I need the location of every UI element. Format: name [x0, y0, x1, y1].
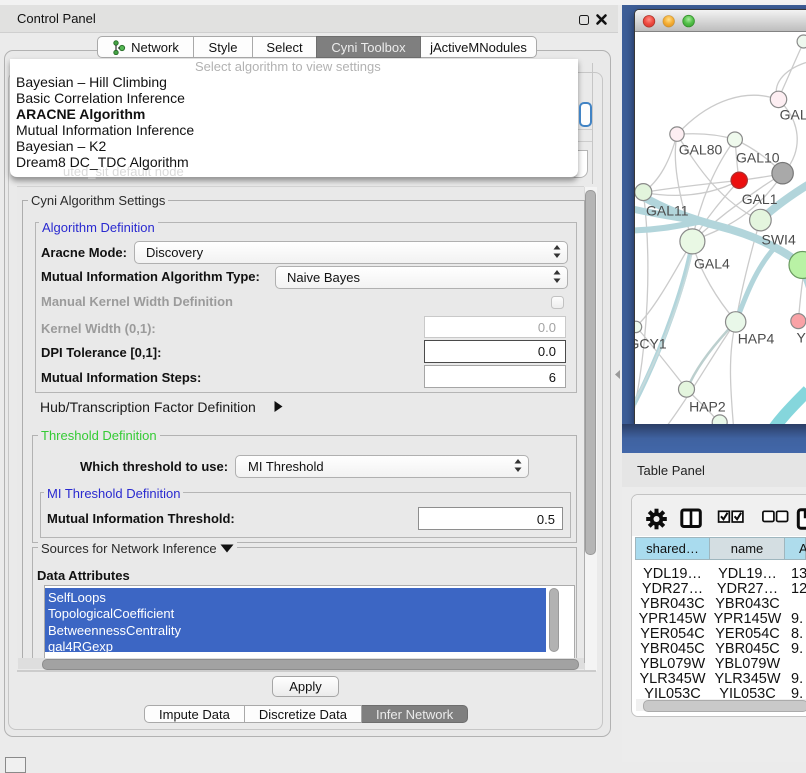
svg-text:GAL7: GAL7 [780, 107, 806, 123]
svg-text:GAL11: GAL11 [646, 203, 689, 219]
svg-text:HAP2: HAP2 [689, 399, 726, 415]
svg-text:GAL4: GAL4 [694, 256, 730, 272]
svg-text:SWI4: SWI4 [762, 232, 796, 248]
svg-text:GAL10: GAL10 [736, 150, 780, 166]
svg-text:GAL80: GAL80 [679, 142, 723, 158]
svg-text:GCY1: GCY1 [635, 336, 667, 352]
svg-text:Y: Y [797, 330, 806, 346]
svg-text:HAP4: HAP4 [738, 331, 775, 347]
svg-text:GAL1: GAL1 [742, 191, 778, 207]
